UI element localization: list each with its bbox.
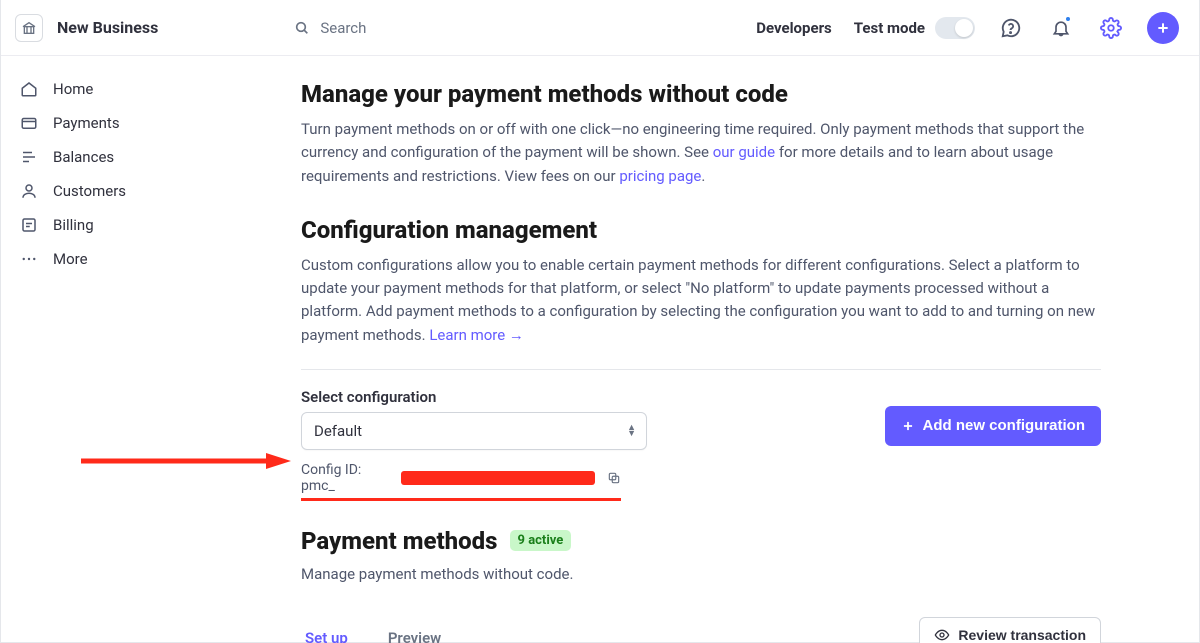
- billing-icon: [19, 216, 39, 234]
- config-id-redacted: [401, 471, 595, 485]
- search-input[interactable]: Search: [294, 19, 366, 37]
- nav-label: Payments: [53, 114, 120, 132]
- testmode-toggle[interactable]: [935, 17, 975, 39]
- eye-icon: [934, 627, 950, 643]
- tab-preview[interactable]: Preview: [384, 617, 445, 643]
- business-logo[interactable]: [15, 14, 43, 42]
- payment-methods-subtitle: Manage payment methods without code.: [301, 565, 1101, 583]
- card-icon: [19, 114, 39, 132]
- nav-label: Billing: [53, 216, 94, 234]
- nav-label: Home: [53, 80, 93, 98]
- nav-label: Customers: [53, 182, 126, 200]
- select-caret-icon: ▲▼: [627, 425, 636, 437]
- developers-link[interactable]: Developers: [756, 19, 832, 37]
- search-placeholder: Search: [320, 19, 366, 37]
- home-icon: [19, 80, 39, 98]
- help-icon[interactable]: [997, 14, 1025, 42]
- balances-icon: [19, 148, 39, 166]
- create-button[interactable]: [1147, 12, 1179, 44]
- settings-icon[interactable]: [1097, 14, 1125, 42]
- review-label: Review transaction: [958, 627, 1086, 643]
- nav-label: Balances: [53, 148, 114, 166]
- section-body-config: Custom configurations allow you to enabl…: [301, 254, 1101, 347]
- our-guide-link[interactable]: our guide: [713, 143, 775, 161]
- sidebar-item-more[interactable]: More: [9, 242, 253, 276]
- review-transaction-button[interactable]: Review transaction: [919, 617, 1101, 643]
- sidebar-item-payments[interactable]: Payments: [9, 106, 253, 140]
- select-value: Default: [314, 422, 362, 440]
- search-icon: [294, 20, 310, 36]
- active-count-badge: 9 active: [510, 530, 572, 551]
- tab-setup[interactable]: Set up: [301, 617, 352, 643]
- config-id-label: Config ID: pmc_: [301, 462, 391, 494]
- payment-methods-title: Payment methods: [301, 527, 498, 555]
- sidebar-item-home[interactable]: Home: [9, 72, 253, 106]
- section-title-config: Configuration management: [301, 216, 1101, 244]
- section-body-manage: Turn payment methods on or off with one …: [301, 118, 1101, 188]
- plus-icon: [901, 419, 915, 433]
- add-config-label: Add new configuration: [923, 417, 1086, 434]
- add-configuration-button[interactable]: Add new configuration: [885, 406, 1102, 446]
- configuration-select[interactable]: Default ▲▼: [301, 412, 647, 450]
- sidebar-item-balances[interactable]: Balances: [9, 140, 253, 174]
- section-title-manage: Manage your payment methods without code: [301, 80, 1101, 108]
- select-configuration-label: Select configuration: [301, 388, 885, 406]
- notifications-icon[interactable]: [1047, 14, 1075, 42]
- config-id-row: Config ID: pmc_: [301, 462, 621, 501]
- copy-icon[interactable]: [607, 471, 621, 485]
- learn-more-link[interactable]: Learn more →: [429, 326, 524, 344]
- person-icon: [19, 182, 39, 200]
- sidebar-item-customers[interactable]: Customers: [9, 174, 253, 208]
- nav-label: More: [53, 250, 88, 268]
- notification-dot: [1064, 15, 1072, 23]
- pricing-page-link[interactable]: pricing page: [619, 167, 701, 185]
- testmode-label: Test mode: [854, 19, 925, 37]
- sidebar: Home Payments Balances Customers Billing…: [1, 56, 261, 643]
- business-name[interactable]: New Business: [57, 18, 158, 37]
- sidebar-item-billing[interactable]: Billing: [9, 208, 253, 242]
- divider: [301, 369, 1101, 370]
- more-icon: [19, 250, 39, 268]
